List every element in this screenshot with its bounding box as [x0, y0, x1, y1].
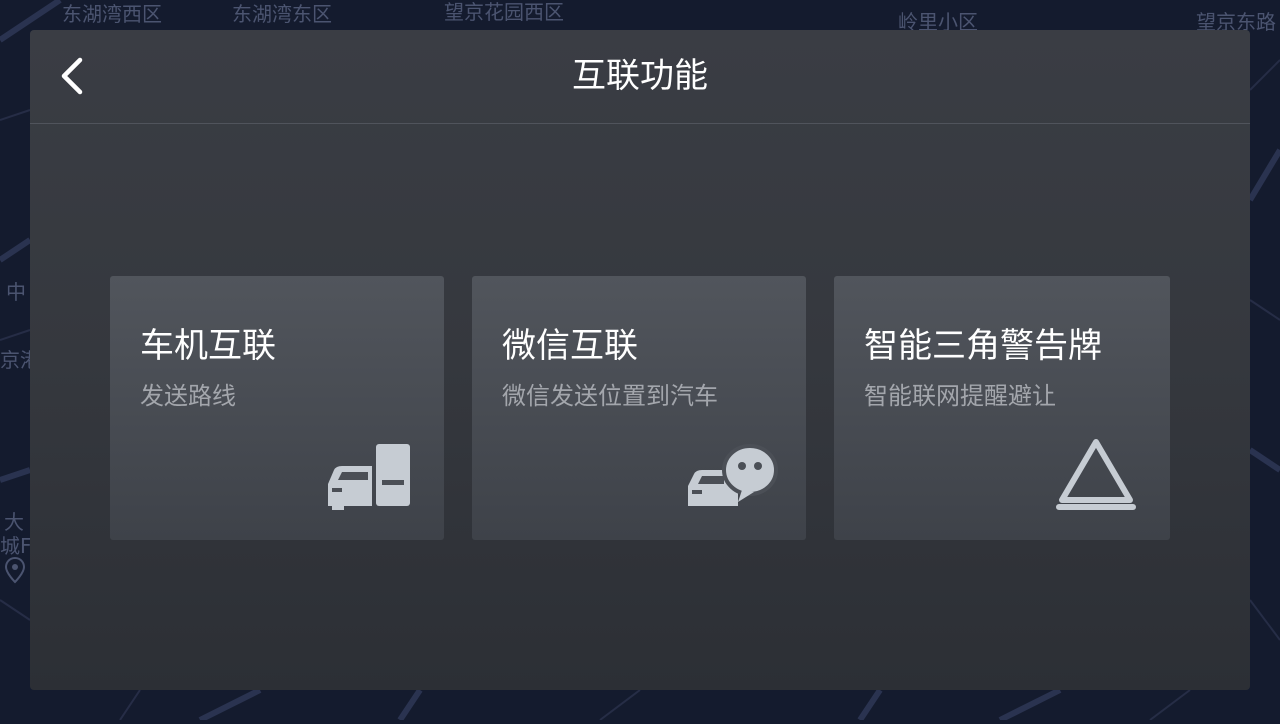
car-phone-icon: [328, 444, 410, 510]
map-label: 东湖湾西区: [62, 2, 162, 26]
card-subtitle: 发送路线: [140, 382, 236, 410]
card-title: 智能三角警告牌: [864, 326, 1102, 366]
map-label: 城F: [0, 534, 32, 558]
card-subtitle: 微信发送位置到汽车: [502, 382, 718, 410]
card-title: 微信互联: [502, 326, 638, 366]
car-wechat-icon: [688, 444, 778, 506]
map-label: 望京花园西区: [444, 0, 564, 24]
map-label: 东湖湾东区: [232, 2, 332, 26]
connectivity-panel: 互联功能 车机互联 发送路线 微信互联 微信发送位置到汽车 智能三角警告牌 智能…: [30, 30, 1250, 690]
warning-triangle-card[interactable]: 智能三角警告牌 智能联网提醒避让: [834, 276, 1170, 540]
page-title: 互联功能: [572, 56, 708, 96]
chevron-left-icon: [61, 57, 83, 95]
map-label: 中: [6, 280, 26, 304]
wechat-connect-card[interactable]: 微信互联 微信发送位置到汽车: [472, 276, 806, 540]
card-subtitle: 智能联网提醒避让: [864, 382, 1056, 410]
car-connect-card[interactable]: 车机互联 发送路线: [110, 276, 444, 540]
warning-triangle-icon: [1056, 439, 1136, 510]
card-title: 车机互联: [140, 326, 276, 366]
back-button[interactable]: [50, 52, 94, 100]
map-pin-icon: [4, 556, 26, 584]
panel-header: 互联功能: [30, 30, 1250, 124]
